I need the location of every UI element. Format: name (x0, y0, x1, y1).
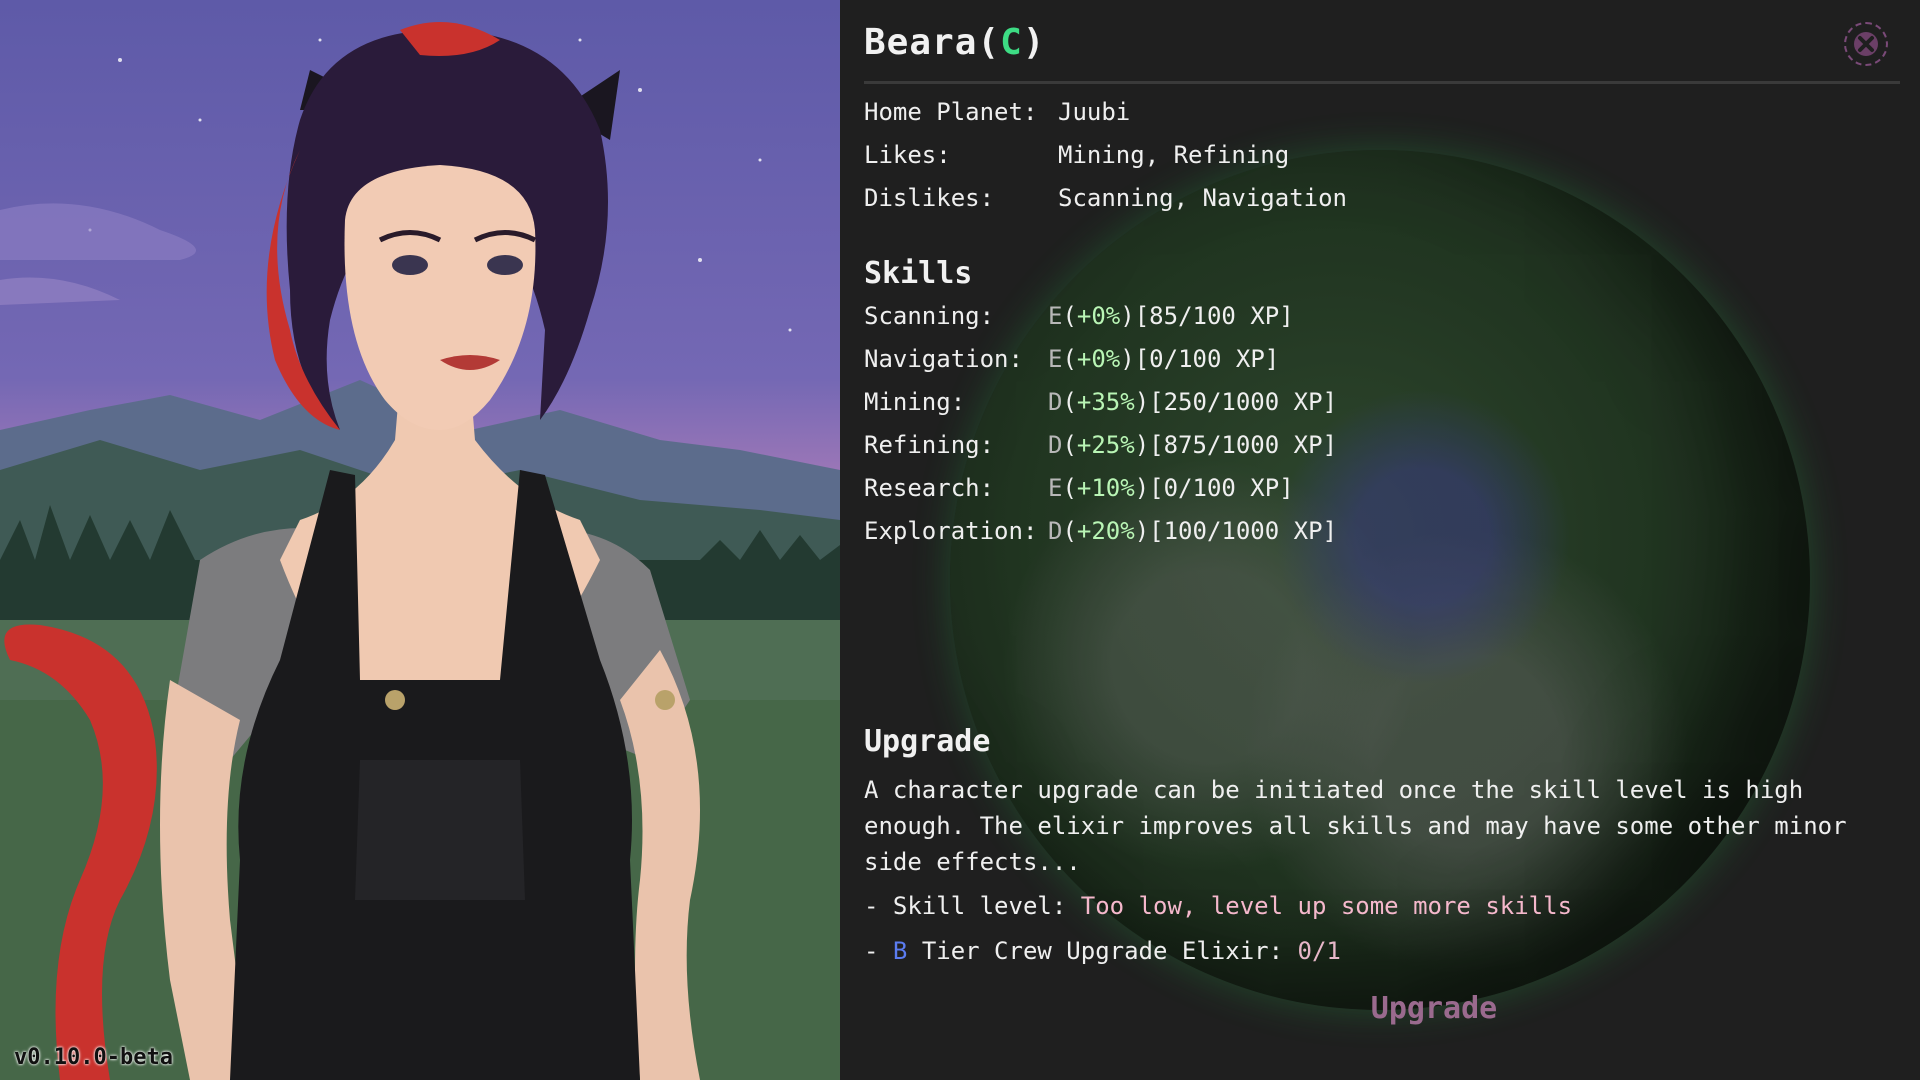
skill-level-label: - Skill level: (864, 892, 1067, 920)
skill-xp: 875/1000 XP (1163, 431, 1323, 459)
bracket: ] (1322, 431, 1338, 459)
skill-grade: D (1048, 431, 1063, 459)
tier-open-paren: ( (977, 22, 1001, 63)
skill-label: Refining: (864, 431, 995, 459)
bracket: ] (1264, 345, 1280, 373)
portrait-illustration (0, 22, 840, 1080)
bracket: ] (1279, 302, 1294, 330)
dislikes-label: Dislikes: (864, 184, 995, 212)
skill-row-navigation: Navigation: E(+0%)[0/100 XP] (864, 345, 1279, 373)
elixir-count: 0/1 (1297, 937, 1341, 965)
skill-level-status: Too low, level up some more skills (1080, 892, 1573, 920)
tier-close-paren: ) (1022, 22, 1046, 63)
skill-xp: 0/100 XP (1149, 345, 1265, 373)
skill-bonus: +20% (1076, 517, 1135, 545)
bracket: ] (1322, 517, 1338, 545)
bracket: ( (1062, 517, 1077, 545)
upgrade-description: A character upgrade can be initiated onc… (864, 776, 1847, 876)
character-name: Beara (864, 22, 978, 63)
requirement-skill-level: - Skill level: Too low, level up some mo… (864, 892, 1572, 920)
planet-background (950, 150, 1810, 1010)
likes-value: Mining, Refining (1058, 141, 1290, 169)
skill-bonus: +25% (1076, 431, 1135, 459)
bracket: )[ (1134, 474, 1164, 502)
bracket: ( (1062, 474, 1077, 502)
skill-xp: 250/1000 XP (1163, 388, 1323, 416)
character-portrait: v0.10.0-beta (0, 0, 840, 1080)
close-button[interactable] (1844, 22, 1888, 66)
skill-bonus: +35% (1076, 388, 1135, 416)
bracket: )[ (1120, 302, 1150, 330)
skill-xp: 0/100 XP (1163, 474, 1280, 502)
skill-label: Exploration: (864, 517, 1038, 545)
skill-row-exploration: Exploration: D(+20%)[100/1000 XP] (864, 517, 1337, 545)
skill-row-mining: Mining: D(+35%)[250/1000 XP] (864, 388, 1337, 416)
title-divider (864, 81, 1900, 84)
skill-label: Navigation: (864, 345, 1023, 373)
upgrade-button[interactable]: Upgrade (1304, 986, 1564, 1030)
skill-row-research: Research: E(+10%)[0/100 XP] (864, 474, 1294, 502)
version-label: v0.10.0-beta (14, 1045, 173, 1070)
close-icon (1854, 32, 1878, 56)
bracket: ( (1062, 431, 1077, 459)
skill-label: Research: (864, 474, 995, 502)
bracket: ( (1062, 388, 1077, 416)
bracket: ( (1062, 302, 1077, 330)
bracket: )[ (1134, 431, 1164, 459)
elixir-prefix: - (864, 937, 879, 965)
likes-row: Likes: Mining, Refining (864, 141, 1289, 169)
bracket: ( (1062, 345, 1077, 373)
skill-label: Mining: (864, 388, 966, 416)
skill-xp: 100/1000 XP (1163, 517, 1323, 545)
skill-bonus: +10% (1076, 474, 1135, 502)
bracket: )[ (1120, 345, 1150, 373)
upgrade-heading: Upgrade (864, 724, 991, 759)
skill-grade: E (1048, 345, 1063, 373)
requirement-elixir: - B Tier Crew Upgrade Elixir: 0/1 (864, 937, 1341, 965)
home-planet-label: Home Planet: (864, 98, 1038, 126)
dislikes-value: Scanning, Navigation (1058, 184, 1347, 212)
elixir-label: Tier Crew Upgrade Elixir: (921, 937, 1284, 965)
skill-bonus: +0% (1076, 302, 1121, 330)
bracket: ] (1322, 388, 1338, 416)
character-title: Beara(C) (864, 22, 1045, 63)
skill-grade: D (1048, 517, 1063, 545)
home-planet-value: Juubi (1058, 98, 1131, 126)
character-info-panel: Beara(C) Home Planet: Juubi Likes: Mining,… (840, 0, 1920, 1080)
bracket: )[ (1134, 388, 1164, 416)
character-tier: C (1000, 22, 1023, 63)
skill-xp: 85/100 XP (1149, 302, 1280, 330)
skill-label: Scanning: (864, 302, 995, 330)
skill-grade: E (1048, 474, 1063, 502)
skill-row-scanning: Scanning: E(+0%)[85/100 XP] (864, 302, 1294, 330)
home-planet-row: Home Planet: Juubi (864, 98, 1130, 126)
skill-grade: D (1048, 388, 1063, 416)
skill-grade: E (1048, 302, 1063, 330)
dislikes-row: Dislikes: Scanning, Navigation (864, 184, 1347, 212)
likes-label: Likes: (864, 141, 951, 169)
bracket: )[ (1134, 517, 1164, 545)
skills-heading: Skills (864, 256, 973, 291)
skill-bonus: +0% (1076, 345, 1121, 373)
bracket: ] (1279, 474, 1294, 502)
skill-row-refining: Refining: D(+25%)[875/1000 XP] (864, 431, 1337, 459)
elixir-tier: B (892, 937, 908, 965)
